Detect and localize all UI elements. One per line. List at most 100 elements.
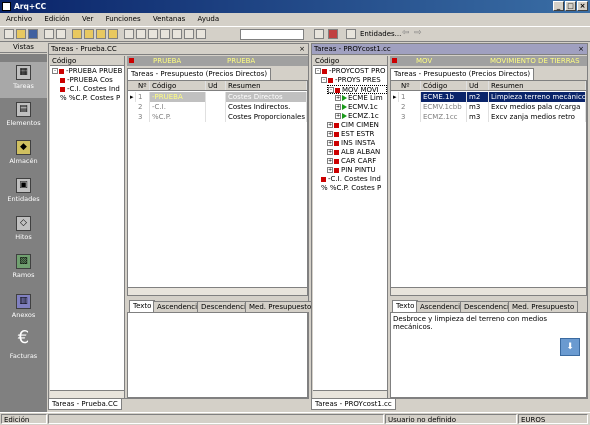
expand-icon[interactable]: + xyxy=(327,149,333,155)
search-input[interactable] xyxy=(240,29,304,40)
tab-presupuesto[interactable]: Tareas - Presupuesto (Precios Directos) xyxy=(390,68,535,80)
open-icon[interactable] xyxy=(16,29,26,39)
collapse-icon[interactable]: - xyxy=(321,77,327,83)
tab-presupuesto[interactable]: Tareas - Presupuesto (Precios Directos) xyxy=(127,68,272,80)
cut-icon[interactable] xyxy=(124,29,134,39)
arrow-left-icon[interactable] xyxy=(96,29,106,39)
right-doc-title: Tareas - PROYcost1.cc × xyxy=(312,44,587,55)
search-icon[interactable] xyxy=(56,29,66,39)
expand-icon[interactable]: + xyxy=(327,140,333,146)
right-tree-hscroll[interactable] xyxy=(313,390,387,398)
entities-icon[interactable] xyxy=(346,29,356,39)
right-tree-node[interactable]: + ECMV.1c xyxy=(335,103,378,112)
table-row[interactable]: 2 ECMV.1cbb m3 Excv medios pala c/carga xyxy=(391,102,586,112)
paste-special-icon[interactable] xyxy=(160,29,170,39)
expand-icon[interactable]: + xyxy=(327,131,333,137)
left-tree-node[interactable]: -C.I. Costes Ind xyxy=(60,85,120,94)
vista-facturas[interactable]: € Facturas xyxy=(0,329,47,361)
tab-texto[interactable]: Texto xyxy=(129,300,156,312)
minimize-button[interactable]: _ xyxy=(553,1,564,11)
chapter-icon xyxy=(59,68,64,74)
save-icon[interactable] xyxy=(28,29,38,39)
vista-ramos[interactable]: ▧ Ramos xyxy=(0,254,47,279)
menu-archivo[interactable]: Archivo xyxy=(6,15,32,23)
left-text-area[interactable] xyxy=(127,312,308,398)
vista-elementos[interactable]: ▤ Elementos xyxy=(0,102,47,127)
undo-icon[interactable] xyxy=(184,29,194,39)
collapse-icon[interactable]: - xyxy=(315,68,321,74)
collapse-icon[interactable]: - xyxy=(52,68,58,74)
table-row[interactable]: 2 -C.I. Costes Indirectos. xyxy=(128,102,307,112)
right-tree-node[interactable]: % %C.P. Costes P xyxy=(321,184,381,193)
erase-icon[interactable] xyxy=(172,29,182,39)
right-grid-hscroll[interactable] xyxy=(391,287,586,295)
right-tree-node[interactable]: -C.I. Costes Ind xyxy=(321,175,381,184)
vista-tareas[interactable]: ▦ Tareas xyxy=(0,62,47,98)
expand-icon[interactable]: + xyxy=(335,104,341,110)
right-document-window: Tareas - PROYcost1.cc × Código - -PROYCOST… xyxy=(311,43,588,399)
copy-icon[interactable] xyxy=(136,29,146,39)
table-row[interactable]: 3 %C.P. Costes Proporcionales xyxy=(128,112,307,122)
expand-icon[interactable]: + xyxy=(335,95,341,101)
tab-texto[interactable]: Texto xyxy=(392,300,419,312)
right-text-area[interactable]: Desbroce y limpieza del terreno con medi… xyxy=(390,312,587,398)
tab-med-presupuesto[interactable]: Med. Presupuesto xyxy=(508,301,579,312)
right-doc-tab[interactable]: Tareas - PROYcost1.cc xyxy=(311,399,396,410)
vista-hitos[interactable]: ◇ Hitos xyxy=(0,216,47,241)
menu-edicion[interactable]: Edición xyxy=(44,15,69,23)
table-row[interactable]: ▸ 1 ECME.1b m2 Limpieza terreno mecánico xyxy=(391,92,586,102)
report-icon[interactable] xyxy=(328,29,338,39)
paste-icon[interactable] xyxy=(148,29,158,39)
right-tree-node[interactable]: + CAR CARF xyxy=(327,157,376,166)
left-tree-node[interactable]: -PRUEBA Cos xyxy=(60,76,113,85)
left-close-icon[interactable]: × xyxy=(299,44,305,55)
new-icon[interactable] xyxy=(4,29,14,39)
menu-ver[interactable]: Ver xyxy=(82,15,93,23)
expand-icon[interactable]: + xyxy=(327,158,333,164)
menu-ayuda[interactable]: Ayuda xyxy=(198,15,220,23)
right-tree-node[interactable]: + ECME Lim xyxy=(335,94,383,103)
table-row[interactable]: ▸ 1 -PRUEBA Costes Directos xyxy=(128,92,307,102)
menu-funciones[interactable]: Funciones xyxy=(106,15,141,23)
left-tree-hscroll[interactable] xyxy=(50,390,124,398)
left-tree-node[interactable]: % %C.P. Costes P xyxy=(60,94,120,103)
right-tree-node[interactable]: + ALB ALBAÑ xyxy=(327,148,380,157)
left-doc-tab[interactable]: Tareas - Prueba.CC xyxy=(48,399,122,410)
back-icon[interactable]: ⇦ xyxy=(402,28,410,38)
expand-icon[interactable]: + xyxy=(335,113,341,119)
right-tree-node[interactable]: + PIN PINTU xyxy=(327,166,376,175)
expand-icon[interactable]: + xyxy=(327,167,333,173)
expand-icon[interactable]: + xyxy=(327,122,333,128)
download-icon[interactable]: ⬇ xyxy=(560,338,580,356)
print-icon[interactable] xyxy=(44,29,54,39)
redo-icon[interactable] xyxy=(196,29,206,39)
forward-icon[interactable]: ⇨ xyxy=(414,28,422,38)
collapse-icon[interactable]: - xyxy=(328,87,334,93)
right-tree-node[interactable]: + ECMZ.1c xyxy=(335,112,379,121)
right-tree-node[interactable]: + EST ESTR xyxy=(327,130,374,139)
right-tree-node-selected[interactable]: - MOV MOVI xyxy=(327,85,387,94)
menu-ventanas[interactable]: Ventanas xyxy=(153,15,185,23)
close-button[interactable]: × xyxy=(577,1,588,11)
left-tree-node[interactable]: - -PRUEBA PRUEB xyxy=(52,67,122,76)
arrow-down-icon[interactable] xyxy=(84,29,94,39)
right-tree-node[interactable]: + INS INSTA xyxy=(327,139,375,148)
col-n: Nº xyxy=(136,81,150,90)
print-preview-icon[interactable] xyxy=(314,29,324,39)
vista-entidades[interactable]: ▣ Entidades xyxy=(0,178,47,203)
vistas-sidebar: ▦ Tareas ▤ Elementos ◆ Almacén ▣ Entidades ◇… xyxy=(0,54,47,412)
arrow-up-icon[interactable] xyxy=(72,29,82,39)
vista-anexos[interactable]: ▥ Anexos xyxy=(0,294,47,319)
table-row[interactable]: 3 ECMZ.1cc m3 Excv zanja medios retro xyxy=(391,112,586,122)
right-tree-node[interactable]: + CIM CIMEN xyxy=(327,121,379,130)
right-close-icon[interactable]: × xyxy=(578,44,584,55)
left-grid-hscroll[interactable] xyxy=(128,287,307,295)
vista-almacen[interactable]: ◆ Almacén xyxy=(0,140,47,165)
entidades-button[interactable]: Entidades... xyxy=(360,30,401,38)
arrow-right-icon[interactable] xyxy=(108,29,118,39)
right-tree-node[interactable]: - -PROYS PRES xyxy=(321,76,381,85)
right-tree-node[interactable]: - -PROYCOST PRO xyxy=(315,67,386,76)
trades-icon: ▧ xyxy=(16,254,31,269)
tab-med-presupuesto[interactable]: Med. Presupuesto xyxy=(245,301,316,312)
maximize-button[interactable]: □ xyxy=(565,1,576,11)
